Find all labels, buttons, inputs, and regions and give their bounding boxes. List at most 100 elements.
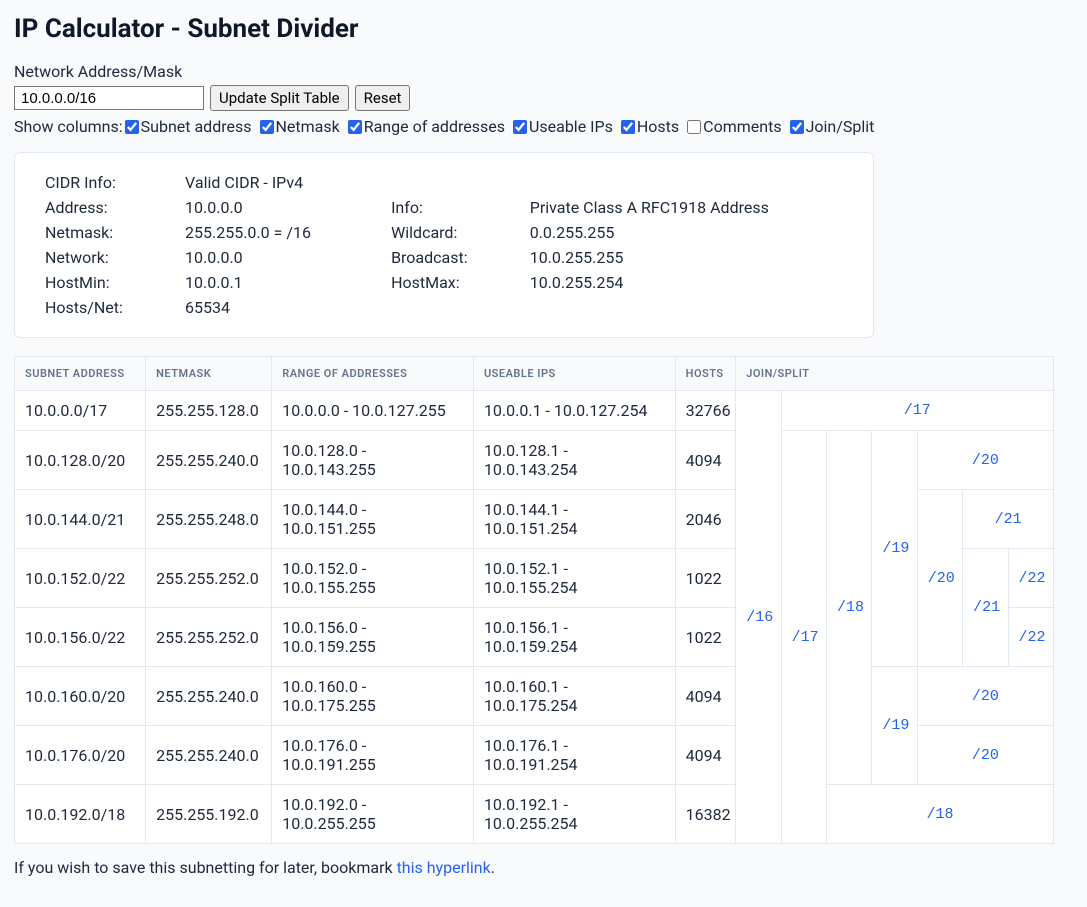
split-link-20d[interactable]: /20 [917, 726, 1053, 785]
hostsnet-label: Hosts/Net: [45, 298, 179, 317]
split-link-22[interactable]: /22 [1008, 549, 1053, 608]
th-netmask: Netmask [146, 357, 272, 391]
wildcard-value: 0.0.255.255 [530, 223, 843, 242]
table-row: 10.0.0.0/17 255.255.128.0 10.0.0.0 - 10.… [15, 391, 1054, 431]
join-link-19b[interactable]: /19 [872, 667, 917, 785]
cell-useable: 10.0.152.1 - 10.0.155.254 [473, 549, 675, 608]
cell-range: 10.0.152.0 - 10.0.155.255 [272, 549, 474, 608]
cell-useable: 10.0.0.1 - 10.0.127.254 [473, 391, 675, 431]
th-joinsplit: Join/Split [736, 357, 1054, 391]
cell-useable: 10.0.160.1 - 10.0.175.254 [473, 667, 675, 726]
cell-subnet: 10.0.0.0/17 [15, 391, 146, 431]
cell-subnet: 10.0.160.0/20 [15, 667, 146, 726]
network-input[interactable] [14, 86, 204, 110]
hostmax-value: 10.0.255.254 [530, 273, 843, 292]
join-link-20[interactable]: /20 [917, 490, 962, 667]
broadcast-value: 10.0.255.255 [530, 248, 843, 267]
col-subnet-checkbox[interactable] [125, 120, 139, 134]
hostmin-label: HostMin: [45, 273, 179, 292]
cell-range: 10.0.160.0 - 10.0.175.255 [272, 667, 474, 726]
cell-hosts: 4094 [675, 726, 736, 785]
cell-useable: 10.0.192.1 - 10.0.255.254 [473, 785, 675, 844]
network-label: Network Address/Mask [14, 62, 1073, 81]
cell-useable: 10.0.144.1 - 10.0.151.254 [473, 490, 675, 549]
table-header-row: Subnet address Netmask Range of addresse… [15, 357, 1054, 391]
cidr-info-card: CIDR Info: Valid CIDR - IPv4 Address: 10… [14, 152, 874, 338]
reset-button[interactable]: Reset [355, 85, 411, 111]
join-link-17[interactable]: /17 [781, 431, 826, 844]
wildcard-label: Wildcard: [391, 223, 524, 242]
cell-subnet: 10.0.128.0/20 [15, 431, 146, 490]
col-netmask-checkbox[interactable] [260, 120, 274, 134]
cell-subnet: 10.0.192.0/18 [15, 785, 146, 844]
th-hosts: Hosts [675, 357, 736, 391]
cell-subnet: 10.0.156.0/22 [15, 608, 146, 667]
address-label: Address: [45, 198, 179, 217]
split-link-18[interactable]: /18 [826, 785, 1053, 844]
cell-range: 10.0.192.0 - 10.0.255.255 [272, 785, 474, 844]
table-row: 10.0.160.0/20 255.255.240.0 10.0.160.0 -… [15, 667, 1054, 726]
cidr-info-label: CIDR Info: [45, 173, 179, 192]
col-comments-checkbox[interactable] [687, 120, 701, 134]
footer-text: If you wish to save this subnetting for … [14, 858, 397, 877]
col-useable-checkbox[interactable] [513, 120, 527, 134]
network-label2: Network: [45, 248, 179, 267]
cell-netmask: 255.255.252.0 [146, 608, 272, 667]
footer-note: If you wish to save this subnetting for … [14, 858, 1073, 877]
th-useable: Useable IPs [473, 357, 675, 391]
cell-netmask: 255.255.240.0 [146, 667, 272, 726]
cell-hosts: 4094 [675, 431, 736, 490]
address-value: 10.0.0.0 [185, 198, 385, 217]
join-link-16[interactable]: /16 [736, 391, 781, 844]
cell-subnet: 10.0.144.0/21 [15, 490, 146, 549]
cell-netmask: 255.255.192.0 [146, 785, 272, 844]
col-subnet-label: Subnet address [141, 117, 252, 136]
split-link-20c[interactable]: /20 [917, 667, 1053, 726]
split-link-22b[interactable]: /22 [1008, 608, 1053, 667]
col-netmask-label: Netmask [276, 117, 340, 136]
th-range: Range of addresses [272, 357, 474, 391]
th-subnet: Subnet address [15, 357, 146, 391]
col-useable-label: Useable IPs [529, 117, 613, 136]
info-label: Info: [391, 198, 524, 217]
split-link-21[interactable]: /21 [963, 490, 1054, 549]
cidr-info-value: Valid CIDR - IPv4 [185, 173, 843, 192]
footer-suffix: . [491, 858, 495, 877]
network-value: 10.0.0.0 [185, 248, 385, 267]
cell-range: 10.0.128.0 - 10.0.143.255 [272, 431, 474, 490]
cell-netmask: 255.255.248.0 [146, 490, 272, 549]
update-split-table-button[interactable]: Update Split Table [210, 85, 349, 111]
table-row: 10.0.128.0/20 255.255.240.0 10.0.128.0 -… [15, 431, 1054, 490]
cell-netmask: 255.255.240.0 [146, 726, 272, 785]
cell-range: 10.0.176.0 - 10.0.191.255 [272, 726, 474, 785]
join-link-18[interactable]: /18 [826, 431, 871, 785]
info-value: Private Class A RFC1918 Address [530, 198, 843, 217]
hostmax-label: HostMax: [391, 273, 524, 292]
col-hosts-checkbox[interactable] [621, 120, 635, 134]
cell-range: 10.0.156.0 - 10.0.159.255 [272, 608, 474, 667]
split-link-17[interactable]: /17 [781, 391, 1053, 431]
table-row: 10.0.192.0/18 255.255.192.0 10.0.192.0 -… [15, 785, 1054, 844]
col-hosts-label: Hosts [637, 117, 679, 136]
netmask-label: Netmask: [45, 223, 179, 242]
col-comments-label: Comments [703, 117, 781, 136]
cell-hosts: 2046 [675, 490, 736, 549]
col-range-checkbox[interactable] [348, 120, 362, 134]
cell-hosts: 4094 [675, 667, 736, 726]
cell-useable: 10.0.128.1 - 10.0.143.254 [473, 431, 675, 490]
cell-hosts: 1022 [675, 608, 736, 667]
col-joinsplit-label: Join/Split [806, 117, 875, 136]
bookmark-link[interactable]: this hyperlink [397, 858, 491, 877]
broadcast-label: Broadcast: [391, 248, 524, 267]
col-joinsplit-checkbox[interactable] [790, 120, 804, 134]
cell-subnet: 10.0.152.0/22 [15, 549, 146, 608]
show-columns-label: Show columns: [14, 117, 123, 136]
subnet-table: Subnet address Netmask Range of addresse… [14, 356, 1054, 844]
join-link-21[interactable]: /21 [963, 549, 1008, 667]
join-link-19[interactable]: /19 [872, 431, 917, 667]
split-link-20[interactable]: /20 [917, 431, 1053, 490]
cell-range: 10.0.144.0 - 10.0.151.255 [272, 490, 474, 549]
cell-netmask: 255.255.128.0 [146, 391, 272, 431]
col-range-label: Range of addresses [364, 117, 505, 136]
cell-hosts: 16382 [675, 785, 736, 844]
